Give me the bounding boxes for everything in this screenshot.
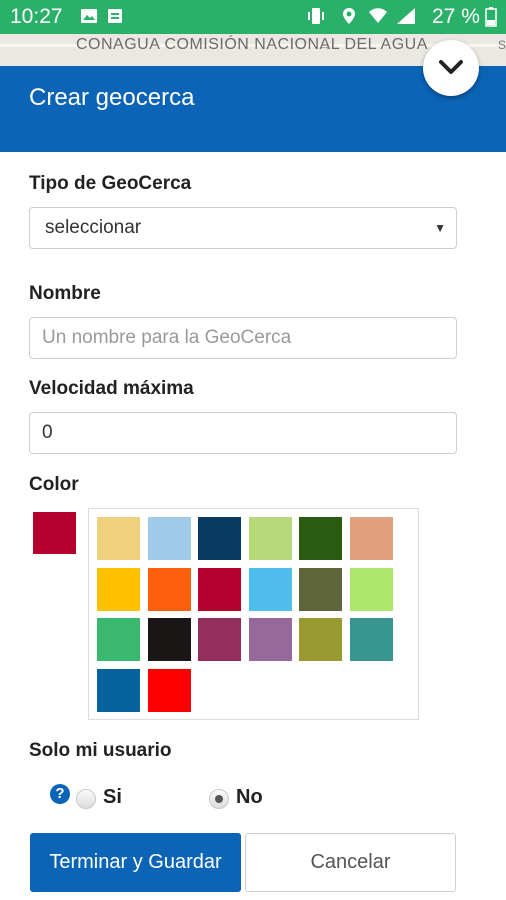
velocidad-input[interactable]: 0: [29, 412, 457, 454]
cancel-button[interactable]: Cancelar: [245, 833, 456, 892]
solo-label: Solo mi usuario: [29, 740, 172, 761]
color-swatch[interactable]: [299, 567, 342, 611]
color-swatch[interactable]: [198, 618, 241, 661]
battery-percent: 27 %: [432, 5, 480, 28]
color-swatch[interactable]: [299, 618, 342, 661]
nombre-label: Nombre: [29, 283, 101, 304]
radio-no-label[interactable]: No: [236, 786, 263, 809]
velocidad-label: Velocidad máxima: [29, 378, 194, 399]
radio-si-label[interactable]: Si: [103, 786, 122, 809]
tipo-select[interactable]: seleccionar ▼: [29, 207, 457, 249]
radio-no[interactable]: [209, 789, 229, 809]
battery-icon: [485, 7, 503, 27]
color-swatch[interactable]: [248, 567, 292, 611]
save-button[interactable]: Terminar y Guardar: [30, 833, 241, 892]
status-time: 10:27: [10, 5, 63, 28]
color-swatch[interactable]: [97, 517, 140, 560]
map-place-label: CONAGUA COMISIÓN NACIONAL DEL AGUA: [76, 36, 428, 53]
location-icon: [340, 7, 358, 25]
notes-icon: [106, 7, 124, 25]
color-swatch[interactable]: [147, 618, 191, 661]
map-edge-label: S: [498, 38, 506, 52]
color-swatch[interactable]: [349, 567, 393, 611]
color-swatch[interactable]: [349, 618, 393, 661]
image-icon: [80, 7, 98, 25]
radio-si[interactable]: [76, 789, 96, 809]
color-swatch[interactable]: [349, 517, 393, 560]
selected-color-swatch: [33, 512, 76, 554]
color-palette: [88, 508, 419, 720]
color-swatch[interactable]: [97, 668, 140, 712]
vibrate-icon: [305, 7, 324, 25]
color-swatch[interactable]: [147, 517, 191, 560]
color-swatch[interactable]: [248, 517, 292, 560]
wifi-icon: [368, 7, 387, 25]
chevron-down-icon: [439, 60, 463, 74]
color-label: Color: [29, 474, 79, 495]
tipo-label: Tipo de GeoCerca: [29, 173, 192, 194]
color-swatch[interactable]: [299, 517, 342, 560]
dropdown-caret-icon: ▼: [434, 221, 446, 235]
map-arrow-icon: →: [318, 37, 332, 53]
tipo-select-value: seleccionar: [45, 217, 142, 238]
status-bar: 10:27 27 %: [0, 0, 506, 34]
collapse-button[interactable]: [423, 40, 479, 96]
color-swatch[interactable]: [147, 567, 191, 611]
color-swatch[interactable]: [248, 618, 292, 661]
color-swatch[interactable]: [97, 618, 140, 661]
panel-title: Crear geocerca: [29, 84, 195, 111]
velocidad-value: 0: [42, 422, 53, 443]
help-icon[interactable]: ?: [50, 784, 70, 804]
signal-icon: [396, 7, 415, 25]
radio-selected-dot: [215, 795, 223, 803]
color-swatch[interactable]: [97, 567, 140, 611]
color-swatch[interactable]: [147, 668, 191, 712]
color-swatch[interactable]: [198, 517, 241, 560]
color-swatch[interactable]: [198, 567, 241, 611]
nombre-input[interactable]: [29, 317, 457, 359]
